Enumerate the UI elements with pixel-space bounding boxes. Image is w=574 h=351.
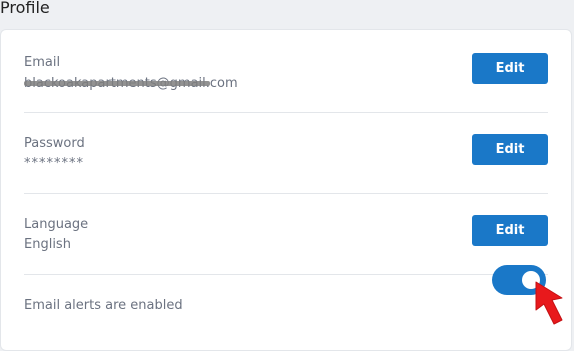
email-value: blackoakapartments@gmail.com — [24, 75, 238, 93]
profile-card: Email blackoakapartments@gmail.com Edit … — [0, 29, 572, 351]
edit-password-button[interactable]: Edit — [472, 134, 548, 165]
language-label: Language — [24, 217, 89, 232]
edit-language-button[interactable]: Edit — [472, 215, 548, 246]
email-alerts-row: Email alerts are enabled — [24, 297, 548, 315]
password-row: Password ******** Edit — [24, 134, 548, 173]
red-arrow-icon — [535, 281, 563, 325]
password-label: Password — [24, 136, 85, 151]
page-title: Profile — [0, 0, 50, 17]
email-row: Email blackoakapartments@gmail.com Edit — [24, 53, 548, 93]
divider — [24, 274, 548, 275]
email-alerts-label: Email alerts are enabled — [24, 298, 183, 313]
language-row: Language English Edit — [24, 215, 548, 254]
divider — [24, 193, 548, 194]
email-redaction — [24, 81, 210, 86]
password-value: ******** — [24, 156, 84, 171]
email-label: Email — [24, 55, 61, 70]
divider — [24, 112, 548, 113]
edit-email-button[interactable]: Edit — [472, 53, 548, 84]
language-value: English — [24, 237, 71, 252]
